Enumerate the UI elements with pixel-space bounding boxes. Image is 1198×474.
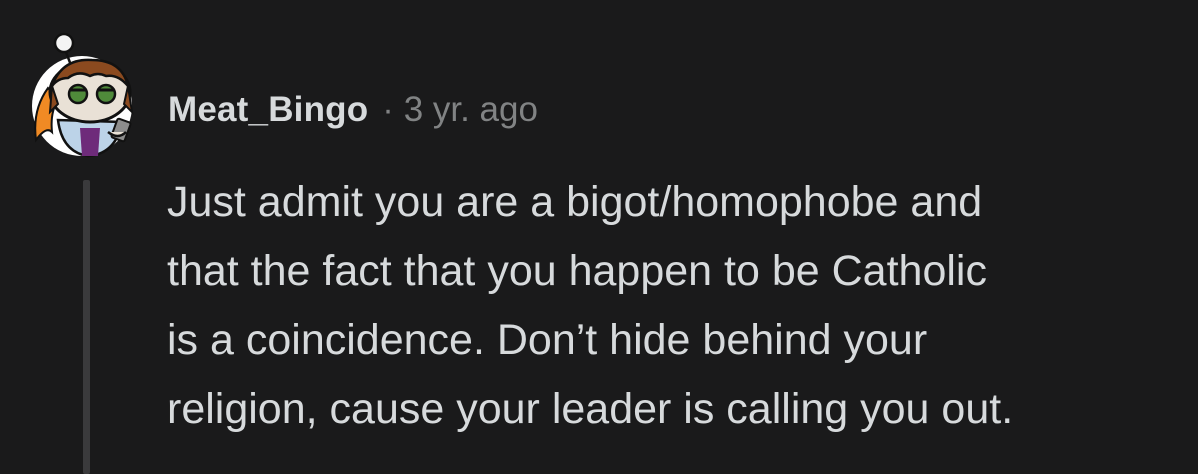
comment-body: Just admit you are a bigot/homophobe and…	[167, 168, 1177, 444]
comment-body-line: that the fact that you happen to be Cath…	[167, 247, 987, 295]
thread-collapse-line[interactable]	[83, 180, 90, 474]
comment-body-line: Just admit you are a bigot/homophobe and	[167, 178, 983, 226]
comment-timestamp[interactable]: 3 yr. ago	[404, 90, 538, 130]
author-username-link[interactable]: Meat_Bingo	[168, 90, 368, 130]
comment-body-line: religion, cause your leader is calling y…	[167, 385, 1014, 433]
comment-meta: Meat_Bingo · 3 yr. ago	[168, 84, 538, 136]
snoo-avatar-icon[interactable]	[28, 28, 162, 158]
meta-separator: ·	[382, 90, 394, 129]
comment-body-line: is a coincidence. Don’t hide behind your	[167, 316, 928, 364]
comment: Meat_Bingo · 3 yr. ago Just admit you ar…	[0, 0, 1198, 474]
